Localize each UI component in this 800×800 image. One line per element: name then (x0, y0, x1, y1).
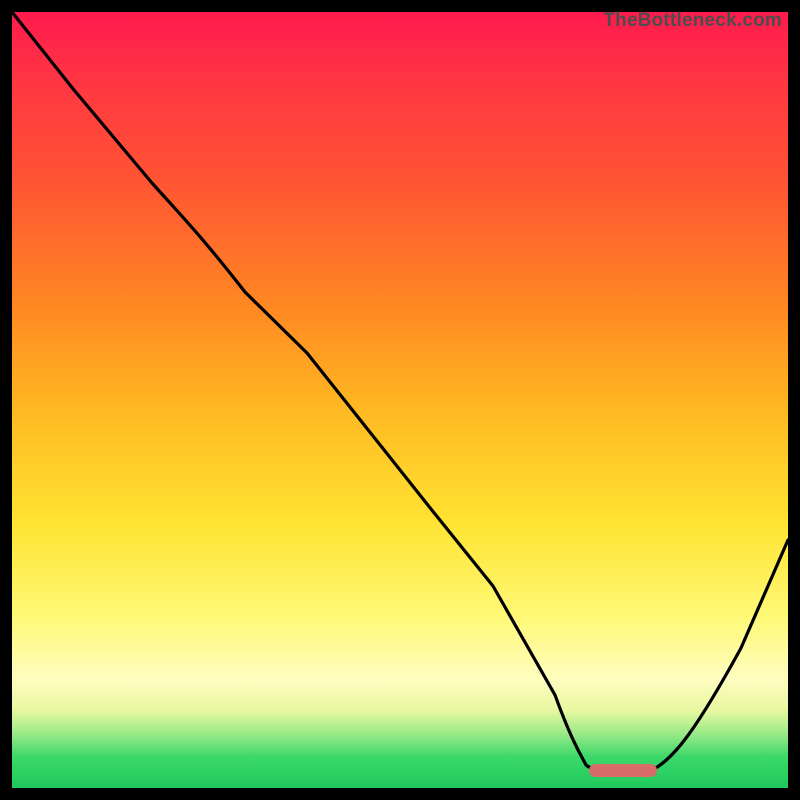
chart-frame: TheBottleneck.com (0, 0, 800, 800)
curve-path (12, 12, 788, 772)
optimal-range-marker (589, 764, 657, 777)
bottleneck-curve (12, 12, 788, 788)
